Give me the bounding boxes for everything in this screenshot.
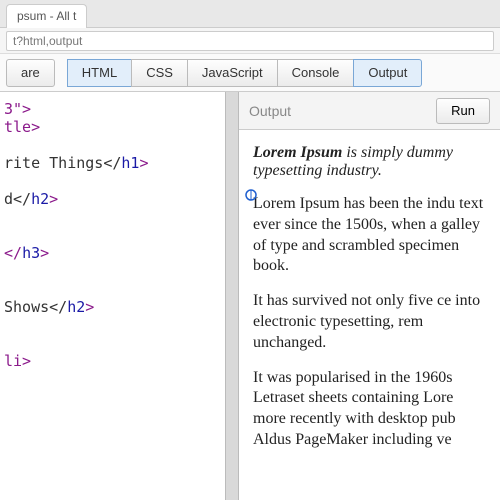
code-text: 3">	[4, 100, 31, 118]
main-area: 3"> tle> rite Things</h1> d</h2> </h3> S…	[0, 92, 500, 500]
browser-tab[interactable]: psum - All t	[6, 4, 87, 28]
code-text: </h3>	[4, 244, 49, 262]
pane-divider[interactable]	[225, 92, 239, 500]
tab-title: psum - All t	[17, 9, 76, 23]
code-text: rite Things</h1>	[4, 154, 149, 172]
tab-css[interactable]: CSS	[131, 59, 188, 87]
paragraph: It has survived not only five ce into el…	[253, 291, 486, 353]
browser-tab-strip: psum - All t	[0, 0, 500, 28]
output-label: Output	[249, 103, 291, 119]
tab-html[interactable]: HTML	[67, 59, 132, 87]
intro-paragraph: Lorem Ipsum is simply dummy typesetting …	[253, 144, 486, 180]
paragraph: Lorem Ipsum has been the indu text ever …	[253, 194, 486, 277]
text-cursor-icon	[245, 188, 257, 200]
tab-output[interactable]: Output	[353, 59, 422, 87]
toolbar: are HTML CSS JavaScript Console Output	[0, 54, 500, 92]
output-header: Output Run	[239, 92, 500, 130]
tab-javascript[interactable]: JavaScript	[187, 59, 278, 87]
code-text: Shows</h2>	[4, 298, 94, 316]
paragraph: It was popularised in the 1960s Letraset…	[253, 368, 486, 451]
code-editor[interactable]: 3"> tle> rite Things</h1> d</h2> </h3> S…	[0, 92, 225, 500]
output-body: Lorem Ipsum is simply dummy typesetting …	[239, 130, 500, 500]
run-button[interactable]: Run	[436, 98, 490, 124]
code-text: tle>	[4, 118, 40, 136]
output-pane: Output Run Lorem Ipsum is simply dummy t…	[239, 92, 500, 500]
code-text: li>	[4, 352, 31, 370]
intro-bold: Lorem Ipsum	[253, 144, 342, 161]
url-bar	[0, 28, 500, 54]
tab-console[interactable]: Console	[277, 59, 355, 87]
url-input[interactable]	[6, 31, 494, 51]
share-button[interactable]: are	[6, 59, 55, 87]
code-text: d</h2>	[4, 190, 58, 208]
